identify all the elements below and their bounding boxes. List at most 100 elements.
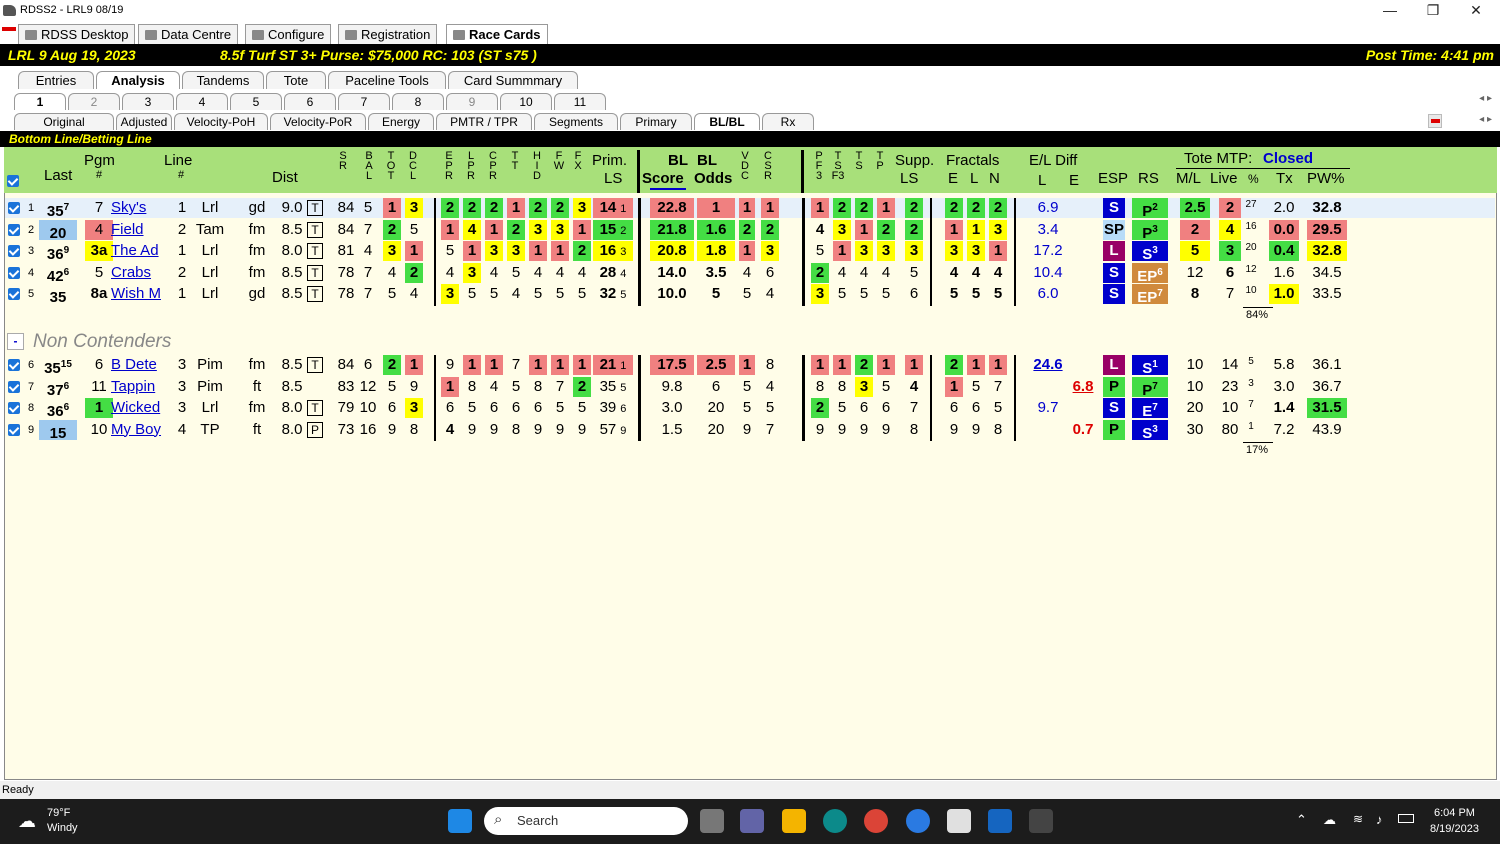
row-checkbox[interactable] — [8, 223, 20, 236]
tab-energy[interactable]: Energy — [368, 113, 434, 130]
table-row[interactable]: 2 20 4 Field 2 Tam fm 8.5 T 84 7 2 5 1 4 1 2 3 3 1 15 2 21.8 1.… — [5, 219, 1495, 242]
row-number: 3 — [27, 245, 35, 257]
edge-icon[interactable] — [823, 809, 847, 833]
help-icon[interactable] — [906, 809, 930, 833]
race-tab-4[interactable]: 4 — [176, 93, 228, 110]
cell-name[interactable]: Wicked — [111, 398, 171, 418]
volume-icon[interactable]: ♪ — [1376, 812, 1383, 827]
race-tab-3[interactable]: 3 — [122, 93, 174, 110]
close-button[interactable]: ✕ — [1456, 0, 1496, 22]
cloud-icon[interactable]: ☁ — [1323, 812, 1336, 828]
select-all-checkbox[interactable] — [7, 175, 19, 187]
chevron-up-icon[interactable]: ⌃ — [1296, 812, 1307, 828]
tab-bl-bl[interactable]: BL/BL — [694, 113, 760, 130]
table-row[interactable]: 5 35 8a Wish M 1 Lrl gd 8.5 T 78 7 5 4 3 5 5 4 5 5 5 32 5 10.0… — [5, 284, 1495, 306]
cell-name[interactable]: Sky's — [111, 198, 171, 218]
race-tab-6[interactable]: 6 — [284, 93, 336, 110]
cell-bal: 12 — [359, 377, 377, 395]
tab-race-cards[interactable]: Race Cards — [446, 24, 548, 44]
cell-name[interactable]: Tappin — [111, 377, 171, 397]
hp-icon[interactable] — [988, 809, 1012, 833]
cell-vdc: 1 — [739, 198, 755, 218]
tab-paceline-tools[interactable]: Paceline Tools — [328, 71, 446, 89]
cell-csr: 3 — [761, 241, 779, 261]
table-row[interactable]: 6 3515 6 B Dete 3 Pim fm 8.5 T 84 6 2 1 9 1 1 7 1 1 1 21 1 17.… — [5, 355, 1495, 377]
race-tab-11[interactable]: 11 — [554, 93, 606, 110]
clock-date[interactable]: 8/19/2023 — [1430, 823, 1479, 835]
cell-name[interactable]: Field — [111, 220, 171, 240]
minimize-button[interactable]: — — [1370, 0, 1410, 22]
row-checkbox[interactable] — [8, 359, 20, 371]
tab-registration[interactable]: Registration — [338, 24, 438, 44]
cell-fl: 3 — [967, 241, 985, 261]
collapse-button[interactable]: - — [7, 333, 24, 350]
cell-fw: 5 — [555, 285, 565, 302]
row-checkbox[interactable] — [8, 423, 20, 436]
row-checkbox[interactable] — [8, 380, 20, 393]
cell-pf3: 3 — [811, 284, 829, 304]
chrome-icon[interactable] — [864, 809, 888, 833]
weather-icon[interactable]: ☁ — [18, 811, 36, 832]
export-icon[interactable] — [1428, 114, 1442, 128]
row-checkbox[interactable] — [8, 266, 20, 279]
cell-bal: 7 — [363, 263, 373, 281]
row-checkbox[interactable] — [8, 288, 20, 300]
clock-time[interactable]: 6:04 PM — [1434, 807, 1475, 819]
table-row[interactable]: 8 366 1 Wicked 3 Lrl fm 8.0 T 79 10 6 3 6 5 6 6 6 5 5 39 6 3.0… — [5, 398, 1495, 420]
tab-card-summary[interactable]: Card Summmary — [448, 71, 578, 89]
table-row[interactable]: 9 15 10 My Boy 4 TP ft 8.0 P 73 16 9 8 4 9 9 8 9 9 9 57 9 1.5 2… — [5, 419, 1495, 442]
row-checkbox[interactable] — [8, 402, 20, 414]
chat-icon[interactable] — [740, 809, 764, 833]
tab-rx[interactable]: Rx — [762, 113, 814, 130]
cell-name[interactable]: B Dete — [111, 355, 171, 375]
tab-primary[interactable]: Primary — [620, 113, 692, 130]
cell-prim: 21 1 — [593, 355, 633, 375]
tab-entries[interactable]: Entries — [18, 71, 94, 89]
race-tab-7[interactable]: 7 — [338, 93, 390, 110]
cell-fn: 1 — [989, 355, 1007, 375]
race-number-tabs: 1 2 3 4 5 6 7 8 9 10 11 ◂ ▸ — [0, 90, 1500, 110]
maximize-button[interactable]: ❐ — [1413, 0, 1453, 22]
race-tab-1[interactable]: 1 — [14, 93, 66, 110]
cell-fx: 1 — [573, 355, 591, 375]
scroll-arrows-icon[interactable]: ◂ ▸ — [1479, 114, 1492, 125]
cell-tt: 2 — [507, 219, 525, 240]
cell-vdc: 2 — [739, 219, 755, 240]
tab-analysis[interactable]: Analysis — [96, 71, 180, 89]
race-tab-5[interactable]: 5 — [230, 93, 282, 110]
tab-configure[interactable]: Configure — [245, 24, 332, 44]
rdss-icon[interactable] — [1029, 809, 1053, 833]
tab-velocity-por[interactable]: Velocity-PoR — [270, 113, 366, 130]
tab-original[interactable]: Original — [14, 113, 114, 130]
race-tab-2[interactable]: 2 — [68, 93, 120, 110]
tab-rdss-desktop[interactable]: RDSS Desktop — [18, 24, 136, 44]
table-row[interactable]: 4 426 5 Crabs 2 Lrl fm 8.5 T 78 7 4 2 4 3 4 5 4 4 4 28 4 14.0 3… — [5, 262, 1495, 285]
store-icon[interactable] — [947, 809, 971, 833]
cell-name[interactable]: My Boy — [111, 420, 171, 440]
tab-adjusted[interactable]: Adjusted — [116, 113, 172, 130]
task-view-icon[interactable] — [700, 809, 724, 833]
table-row[interactable]: 7 376 11 Tappin 3 Pim ft 8.5 83 12 5 9 1 8 4 5 8 7 2 35 5 9.8… — [5, 376, 1495, 399]
tab-velocity-poh[interactable]: Velocity-PoH — [174, 113, 268, 130]
start-icon[interactable] — [448, 809, 472, 833]
tab-tandems[interactable]: Tandems — [182, 71, 264, 89]
battery-icon[interactable] — [1398, 814, 1414, 823]
row-checkbox[interactable] — [8, 245, 20, 257]
tab-pmtr-tpr[interactable]: PMTR / TPR — [436, 113, 532, 130]
wifi-icon[interactable]: ≋ — [1353, 812, 1363, 826]
cell-name[interactable]: Wish M — [111, 284, 171, 304]
race-tab-10[interactable]: 10 — [500, 93, 552, 110]
tab-data-centre[interactable]: Data Centre — [138, 24, 239, 44]
cell-name[interactable]: The Ad — [111, 241, 171, 261]
cell-name[interactable]: Crabs — [111, 263, 171, 283]
tab-tote[interactable]: Tote — [266, 71, 326, 89]
tab-segments[interactable]: Segments — [534, 113, 618, 130]
search-box[interactable]: ⌕ Search — [484, 807, 688, 835]
race-tab-8[interactable]: 8 — [392, 93, 444, 110]
table-row[interactable]: 3 369 3a The Ad 1 Lrl fm 8.0 T 81 4 3 1 5 1 3 3 1 1 2 16 3 20.… — [5, 241, 1495, 263]
file-explorer-icon[interactable] — [782, 809, 806, 833]
row-checkbox[interactable] — [8, 202, 20, 214]
race-tab-9[interactable]: 9 — [446, 93, 498, 110]
table-row[interactable]: 1 357 7 Sky's 1 Lrl gd 9.0 T 84 5 1 3 2 2 2 1 2 2 3 14 1 22.8 1… — [5, 198, 1495, 220]
scroll-arrows-icon[interactable]: ◂ ▸ — [1479, 93, 1492, 104]
